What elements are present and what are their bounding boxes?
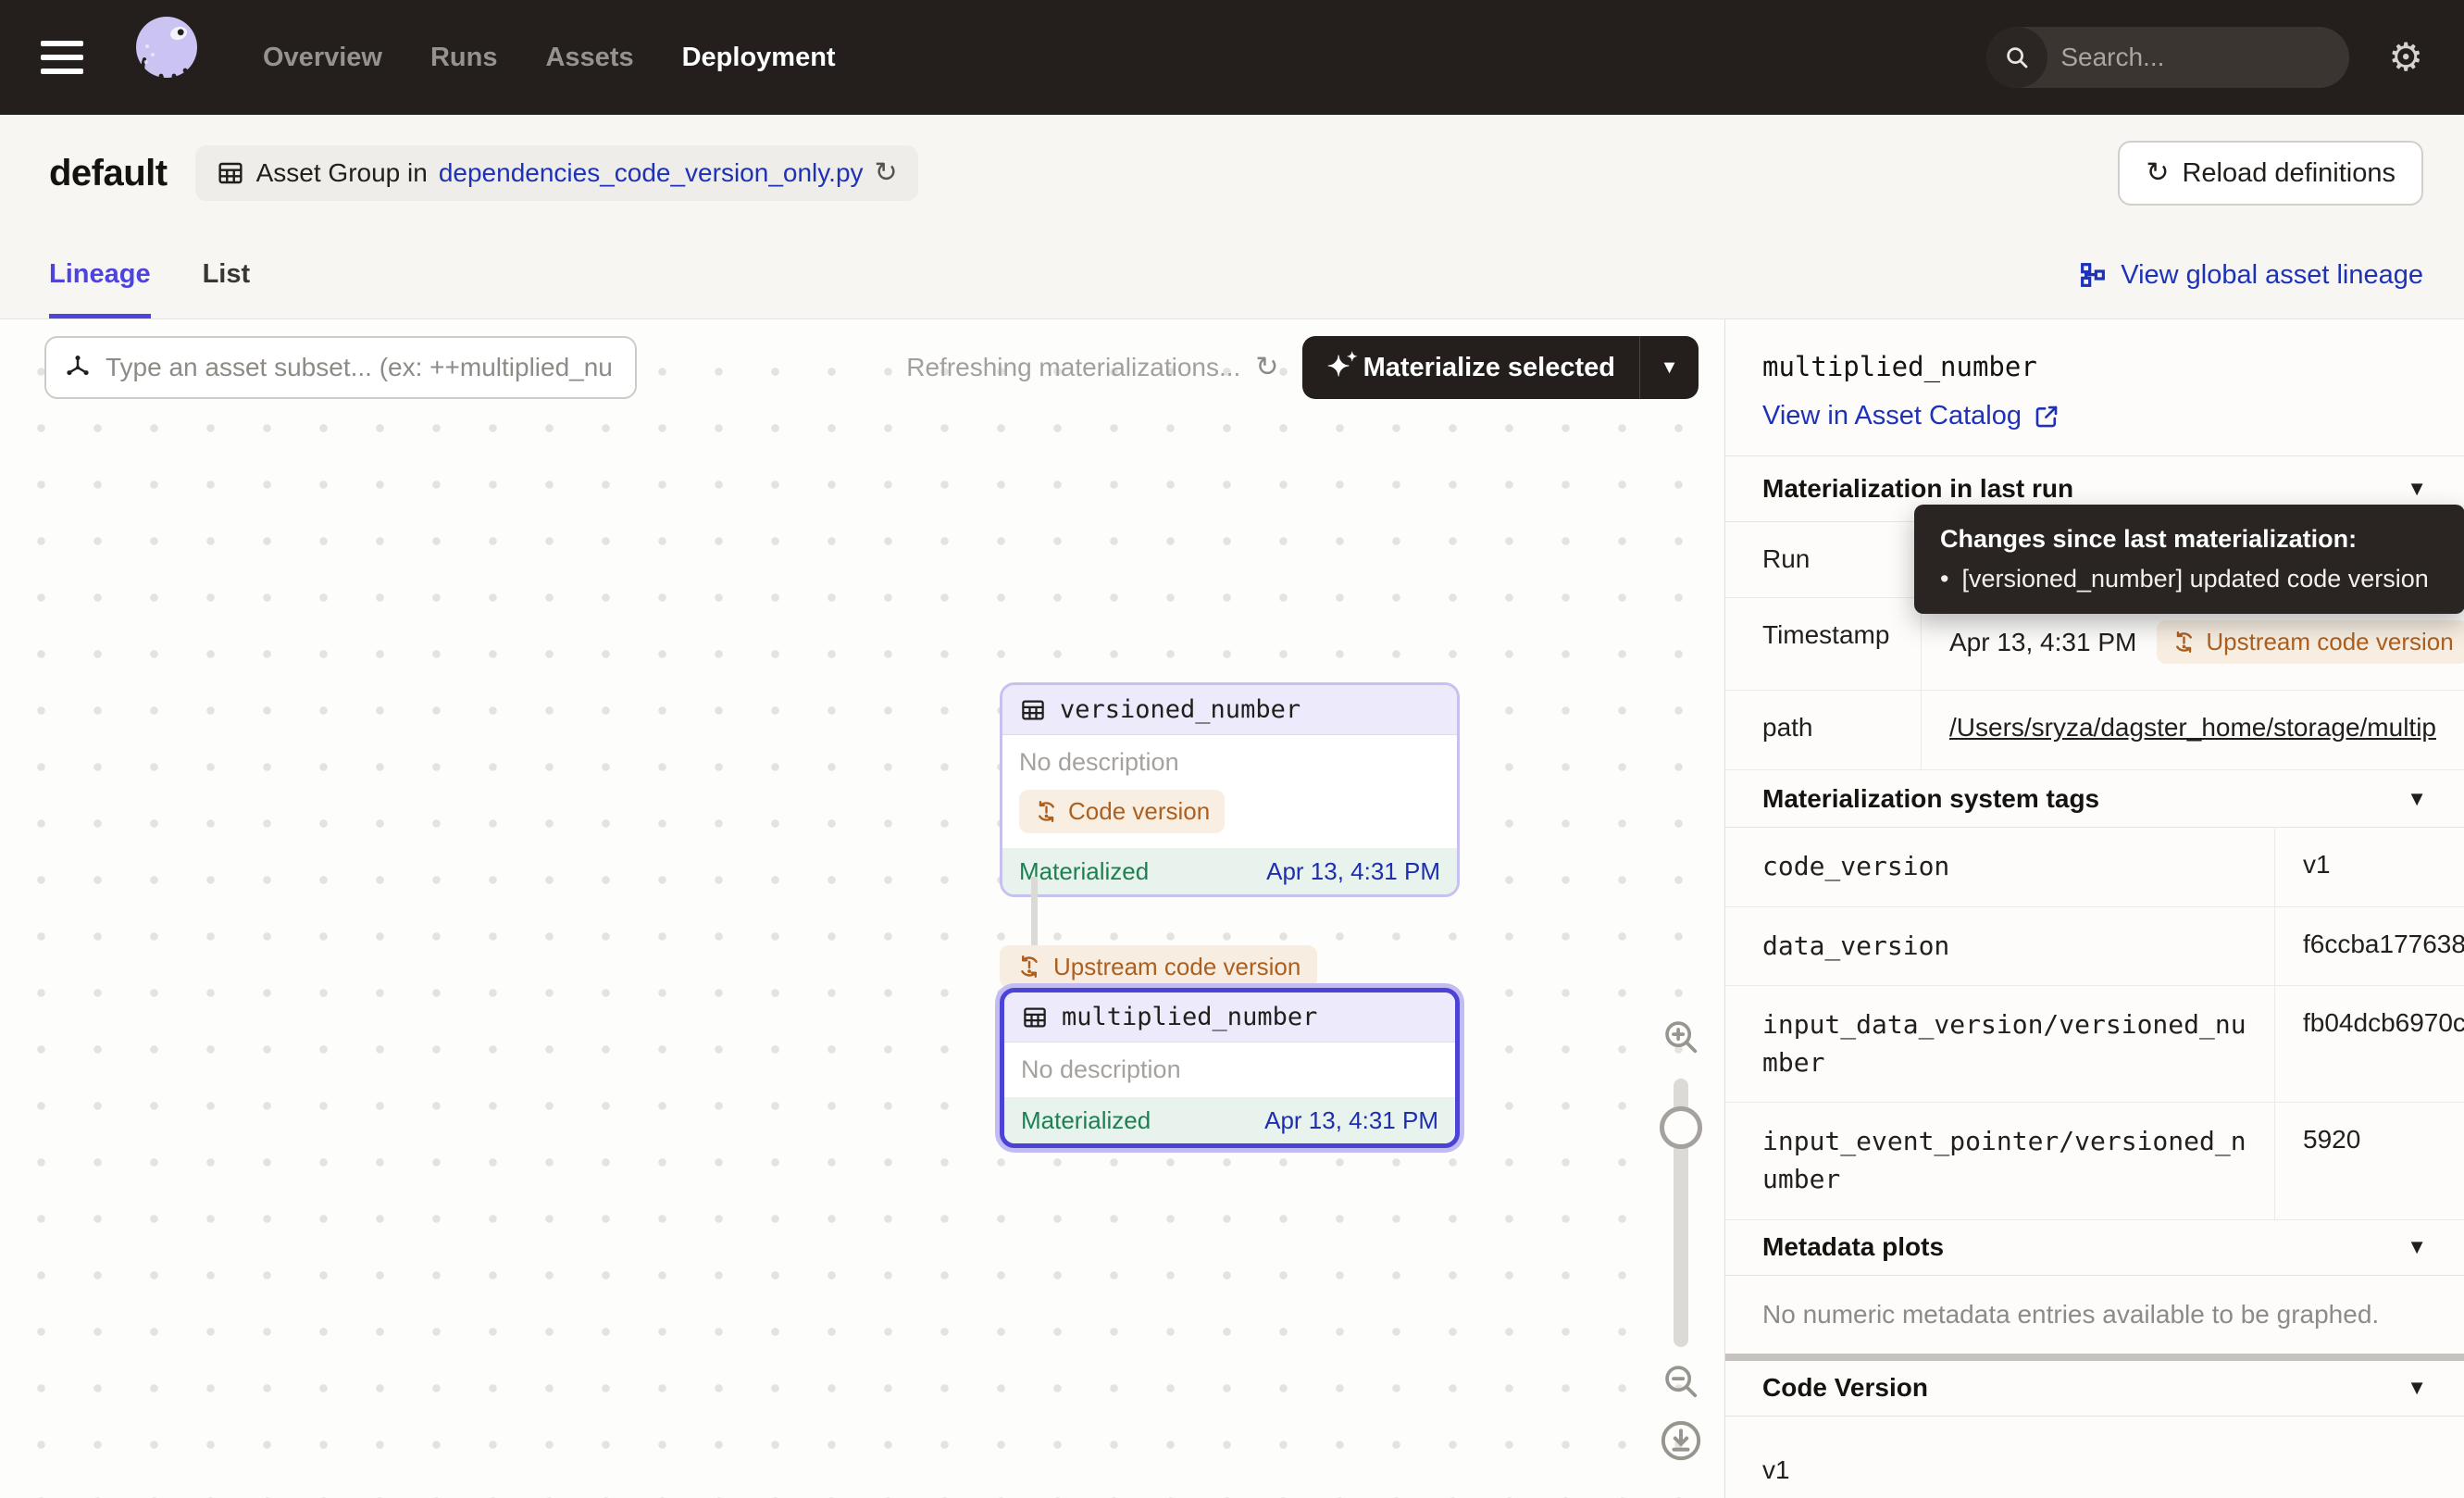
metadata-plots-empty-message: No numeric metadata entries available to…: [1725, 1276, 2464, 1354]
row-label: Run: [1725, 522, 1922, 597]
asset-group-pill: Asset Group in dependencies_code_version…: [195, 145, 918, 201]
download-image-icon[interactable]: [1658, 1417, 1704, 1464]
tag-key: input_event_pointer/versioned_number: [1725, 1103, 2275, 1218]
tag-key: input_data_version/versioned_number: [1725, 986, 2275, 1102]
op-selector-icon: [63, 353, 93, 382]
path-link[interactable]: /Users/sryza/dagster_home/storage/multip: [1949, 713, 2436, 742]
lineage-edge: [1031, 877, 1038, 947]
tag-value: v1: [2275, 828, 2464, 902]
table-row: input_data_version/versioned_number fb04…: [1725, 986, 2464, 1103]
code-version-warning-icon: [2172, 630, 2196, 655]
materialize-selected-split-button: ✦✦ Materialize selected ▼: [1302, 336, 1699, 399]
materialized-status: Materialized: [1021, 1106, 1151, 1135]
zoom-controls: [1649, 1016, 1713, 1464]
asset-table-icon: [1019, 696, 1047, 724]
external-link-icon: [2033, 403, 2060, 431]
horizontal-scrollbar[interactable]: [1725, 1354, 2464, 1361]
materialize-options-caret[interactable]: ▼: [1639, 336, 1699, 399]
materialize-selected-button[interactable]: ✦✦ Materialize selected: [1302, 336, 1639, 399]
section-code-version[interactable]: Code Version ▼: [1725, 1361, 2464, 1417]
row-label: Timestamp: [1725, 598, 1922, 690]
asset-node-name: versioned_number: [1060, 695, 1300, 724]
nav-item-assets[interactable]: Assets: [545, 43, 633, 73]
search-icon: [1986, 27, 2047, 88]
zoom-slider[interactable]: [1674, 1079, 1688, 1347]
section-materialization-system-tags[interactable]: Materialization system tags ▼: [1725, 770, 2464, 828]
sparkle-icon: ✦✦: [1326, 354, 1350, 381]
asset-detail-panel: multiplied_number View in Asset Catalog …: [1724, 319, 2464, 1498]
tag-value: fb04dcb6970c: [2275, 986, 2464, 1060]
nav-item-deployment[interactable]: Deployment: [682, 43, 836, 73]
asset-table-icon: [1021, 1004, 1049, 1031]
page-header: default Asset Group in dependencies_code…: [0, 115, 2464, 231]
asset-node-description: No description: [1019, 748, 1440, 777]
tag-value: f6ccba177638: [2275, 907, 2464, 981]
materialized-timestamp[interactable]: Apr 13, 4:31 PM: [1266, 857, 1440, 886]
menu-icon[interactable]: [41, 41, 83, 74]
asset-node-description: No description: [1021, 1055, 1438, 1084]
global-search[interactable]: /: [1986, 27, 2349, 88]
asset-node-versioned-number[interactable]: versioned_number No description Code ver…: [1000, 682, 1460, 897]
tooltip-item-text: [versioned_number] updated code version: [1961, 565, 2428, 593]
table-row: input_event_pointer/versioned_number 592…: [1725, 1103, 2464, 1219]
collapse-caret-icon[interactable]: ▼: [2407, 1376, 2427, 1400]
code-version-value: v1: [1725, 1417, 2464, 1498]
lineage-canvas[interactable]: Refreshing materializations... ↻ ✦✦ Mate…: [0, 319, 1724, 1498]
refresh-group-icon[interactable]: ↻: [875, 159, 898, 187]
materialized-timestamp[interactable]: Apr 13, 4:31 PM: [1264, 1106, 1438, 1135]
section-metadata-plots[interactable]: Metadata plots ▼: [1725, 1220, 2464, 1276]
top-nav: Overview Runs Assets Deployment / ⚙: [0, 0, 2464, 115]
collapse-caret-icon[interactable]: ▼: [2407, 477, 2427, 501]
code-version-warning-icon: [1016, 954, 1042, 980]
view-global-asset-lineage-link[interactable]: View global asset lineage: [2078, 231, 2423, 318]
nav-links: Overview Runs Assets Deployment: [263, 43, 836, 73]
tab-list[interactable]: List: [203, 231, 251, 318]
zoom-out-icon[interactable]: [1660, 1360, 1702, 1403]
collapse-caret-icon[interactable]: ▼: [2407, 1235, 2427, 1259]
reload-icon: ↻: [2146, 159, 2169, 187]
tag-key: data_version: [1725, 907, 2275, 986]
asset-subset-input[interactable]: [106, 353, 618, 382]
timestamp-value[interactable]: Apr 13, 4:31 PM: [1949, 628, 2136, 657]
panel-asset-name: multiplied_number: [1762, 351, 2427, 382]
tag-value: 5920: [2275, 1103, 2464, 1177]
materialized-status: Materialized: [1019, 857, 1149, 886]
tabs-row: Lineage List View global asset lineage: [0, 231, 2464, 319]
asset-group-file-link[interactable]: dependencies_code_version_only.py: [439, 158, 864, 188]
collapse-caret-icon[interactable]: ▼: [2407, 787, 2427, 811]
code-version-warning-icon: [1034, 799, 1059, 824]
upstream-code-version-badge[interactable]: Upstream code version: [2157, 620, 2464, 664]
zoom-slider-handle[interactable]: [1660, 1106, 1702, 1149]
reload-definitions-button[interactable]: ↻ Reload definitions: [2118, 141, 2423, 206]
zoom-in-icon[interactable]: [1660, 1016, 1702, 1058]
table-row: data_version f6ccba177638: [1725, 907, 2464, 987]
asset-group-prefix: Asset Group in: [256, 158, 428, 188]
gear-icon[interactable]: ⚙: [2388, 38, 2423, 77]
tag-key: code_version: [1725, 828, 2275, 906]
bullet-icon: •: [1940, 565, 1948, 593]
asset-node-name: multiplied_number: [1062, 1003, 1317, 1031]
changes-tooltip: Changes since last materialization: • [v…: [1914, 505, 2464, 614]
page-title: default: [49, 153, 168, 194]
search-input[interactable]: [2047, 43, 2349, 72]
upstream-code-version-badge[interactable]: Upstream code version: [1000, 945, 1317, 988]
tooltip-title: Changes since last materialization:: [1940, 525, 2439, 554]
lineage-icon: [2078, 260, 2108, 290]
code-version-tag[interactable]: Code version: [1019, 790, 1225, 833]
asset-group-icon: [216, 158, 245, 188]
caret-down-icon: ▼: [1661, 357, 1679, 379]
asset-node-multiplied-number[interactable]: multiplied_number No description Materia…: [1000, 988, 1460, 1148]
refresh-materializations-icon[interactable]: ↻: [1255, 354, 1278, 381]
nav-item-runs[interactable]: Runs: [430, 43, 498, 73]
asset-subset-filter[interactable]: [44, 336, 637, 399]
tab-lineage[interactable]: Lineage: [49, 231, 151, 318]
refresh-status: Refreshing materializations... ↻: [906, 353, 1278, 382]
view-in-asset-catalog-link[interactable]: View in Asset Catalog: [1762, 401, 2427, 431]
nav-item-overview[interactable]: Overview: [263, 43, 382, 73]
row-label: path: [1725, 691, 1922, 769]
table-row: code_version v1: [1725, 828, 2464, 907]
table-row: path /Users/sryza/dagster_home/storage/m…: [1725, 691, 2464, 770]
dagster-logo-icon[interactable]: [120, 9, 209, 106]
